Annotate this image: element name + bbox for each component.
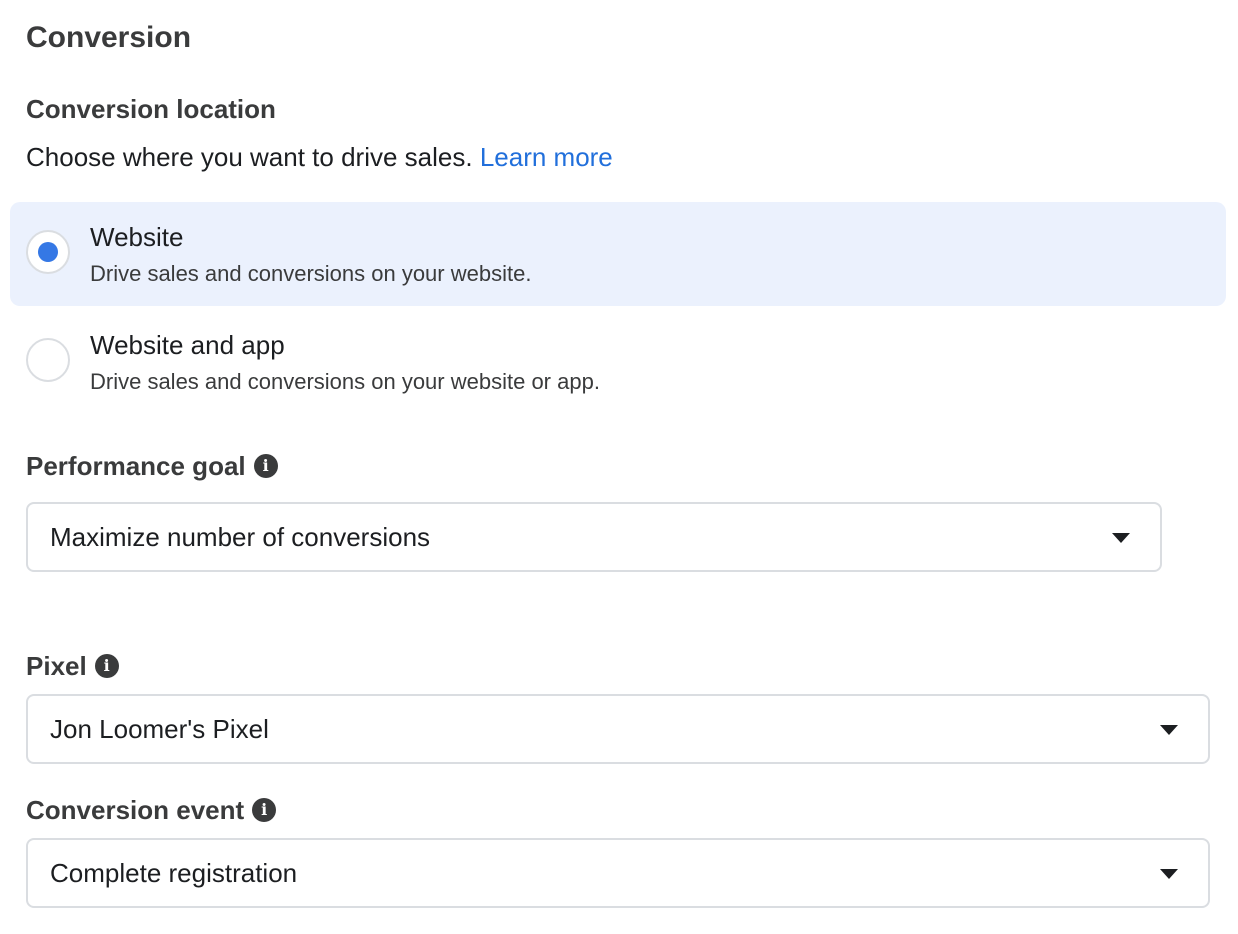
performance-goal-value: Maximize number of conversions [50, 521, 431, 552]
radio-option-website-and-app[interactable]: Website and app Drive sales and conversi… [10, 310, 1226, 414]
conversion-location-description: Choose where you want to drive sales. Le… [26, 141, 613, 173]
chevron-down-icon [1112, 533, 1130, 543]
pixel-label-text: Pixel [26, 651, 87, 681]
learn-more-link[interactable]: Learn more [480, 142, 613, 172]
performance-goal-label-text: Performance goal [26, 451, 246, 481]
pixel-value: Jon Loomer's Pixel [50, 713, 269, 744]
pixel-select[interactable]: Jon Loomer's Pixel [26, 694, 1210, 764]
performance-goal-label: Performance goal i [26, 450, 278, 482]
conversion-event-value: Complete registration [50, 857, 298, 888]
conversion-event-select[interactable]: Complete registration [26, 838, 1210, 908]
info-icon[interactable]: i [253, 454, 278, 478]
conversion-event-label-text: Conversion event [26, 795, 245, 825]
option-description: Drive sales and conversions on your webs… [90, 261, 532, 286]
section-title: Conversion [26, 21, 192, 54]
info-icon[interactable]: i [94, 654, 119, 678]
conversion-event-label: Conversion event i [26, 794, 277, 826]
info-icon[interactable]: i [252, 798, 277, 822]
chevron-down-icon [1160, 725, 1178, 735]
radio-button-website-and-app[interactable] [26, 338, 70, 382]
description-text: Choose where you want to drive sales. [26, 142, 473, 172]
option-title: Website [90, 222, 184, 252]
radio-selected-dot [38, 242, 58, 262]
option-title: Website and app [90, 330, 285, 360]
option-description: Drive sales and conversions on your webs… [90, 369, 600, 394]
radio-option-website[interactable]: Website Drive sales and conversions on y… [10, 202, 1226, 306]
radio-button-website[interactable] [26, 230, 70, 274]
chevron-down-icon [1160, 869, 1178, 879]
conversion-location-heading: Conversion location [26, 94, 276, 124]
pixel-label: Pixel i [26, 650, 119, 682]
performance-goal-select[interactable]: Maximize number of conversions [26, 502, 1162, 572]
